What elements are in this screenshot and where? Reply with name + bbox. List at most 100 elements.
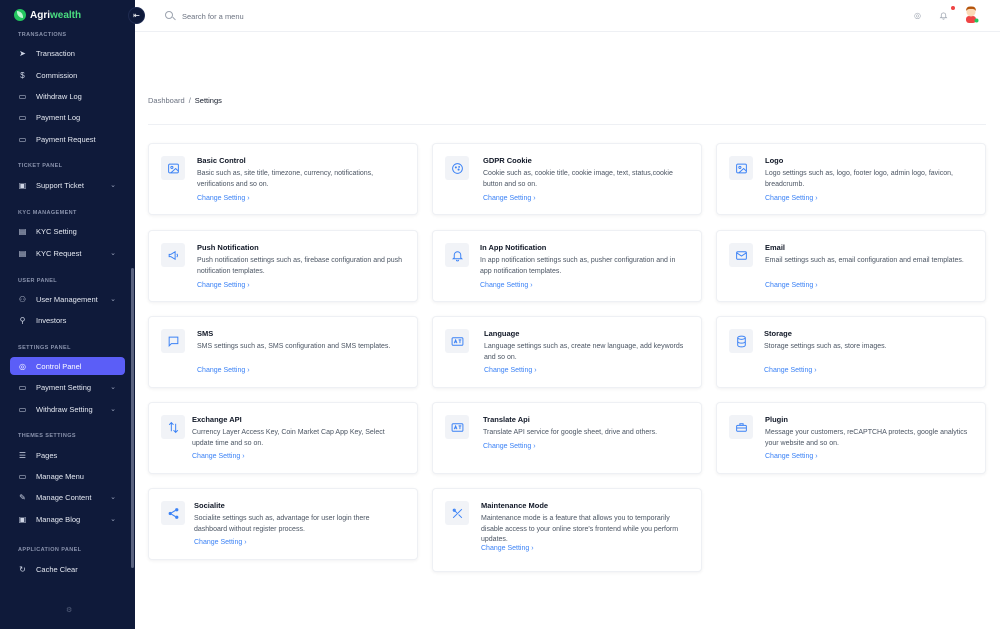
chevron-right-icon: ›: [814, 367, 817, 374]
change-setting-link[interactable]: Change Setting ›: [197, 195, 250, 202]
card-title: Exchange API: [192, 415, 242, 424]
settings-card-in-app-notification[interactable]: In App Notification In app notification s…: [432, 230, 702, 302]
chevron-right-icon: ›: [247, 367, 250, 374]
settings-icon[interactable]: ⚙: [66, 606, 72, 614]
change-setting-link[interactable]: Change Setting ›: [484, 367, 537, 374]
settings-card-language[interactable]: Language Language settings such as, creat…: [432, 316, 702, 388]
chevron-right-icon: ›: [534, 367, 537, 374]
change-setting-link[interactable]: Change Setting ›: [481, 545, 534, 552]
user-icon: ⚲: [19, 315, 26, 325]
card-description: SMS settings such as, SMS configuration …: [197, 343, 391, 350]
sidebar-item-manage-menu[interactable]: ▭ Manage Menu: [10, 467, 125, 485]
card-description: Email settings such as, email configurat…: [765, 257, 964, 264]
chevron-right-icon: ›: [244, 539, 247, 546]
breadcrumb-dashboard-link[interactable]: Dashboard: [148, 96, 185, 105]
pen-icon: ✎: [19, 492, 26, 502]
search-icon: [165, 11, 173, 19]
sidebar-item-kyc-setting[interactable]: ▤ KYC Setting: [10, 222, 125, 240]
sidebar-item-kyc-request[interactable]: ▤ KYC Request ⌄: [10, 244, 125, 262]
leaf-icon: [14, 9, 26, 21]
chevron-right-icon: ›: [533, 195, 536, 202]
card-title: SMS: [197, 329, 214, 338]
image-icon: [729, 156, 753, 180]
settings-card-translate-api[interactable]: Translate Api Translate API service for g…: [432, 402, 702, 474]
sidebar-item-investors[interactable]: ⚲ Investors: [10, 311, 125, 329]
card-title: Basic Control: [197, 156, 246, 165]
change-setting-link[interactable]: Change Setting ›: [764, 367, 817, 374]
card-title: Logo: [765, 156, 784, 165]
globe-icon[interactable]: ◎: [913, 11, 922, 20]
sidebar-item-payment-log[interactable]: ▭ Payment Log: [10, 108, 125, 126]
sidebar-item-manage-content[interactable]: ✎ Manage Content ⌄: [10, 488, 125, 506]
settings-icon: ◎: [19, 361, 26, 371]
change-setting-link[interactable]: Change Setting ›: [197, 367, 250, 374]
sidebar-item-support-ticket[interactable]: ▣ Support Ticket ⌄: [10, 176, 125, 194]
card-title: Push Notification: [197, 243, 259, 252]
blog-icon: ▣: [18, 514, 27, 524]
change-setting-link[interactable]: Change Setting ›: [765, 195, 818, 202]
change-setting-link[interactable]: Change Setting ›: [483, 195, 536, 202]
search-input[interactable]: [182, 9, 382, 23]
change-setting-link[interactable]: Change Setting ›: [765, 453, 818, 460]
sidebar-item-cache-clear[interactable]: ↻ Cache Clear: [10, 560, 125, 578]
sidebar-item-user-management[interactable]: ⚇ User Management ⌄: [10, 290, 125, 308]
change-setting-link[interactable]: Change Setting ›: [194, 539, 247, 546]
change-setting-link[interactable]: Change Setting ›: [192, 453, 245, 460]
card-description: Socialite settings such as, advantage fo…: [194, 515, 370, 533]
settings-card-push-notification[interactable]: Push Notification Push notification setti…: [148, 230, 418, 302]
card-title: Socialite: [194, 501, 225, 510]
sidebar-item-control-panel[interactable]: ◎ Control Panel: [10, 357, 125, 375]
brand-logo[interactable]: Agri wealth: [14, 9, 81, 21]
sidebar-item-payment-request[interactable]: ▭ Payment Request: [10, 130, 125, 148]
card-title: GDPR Cookie: [483, 156, 532, 165]
section-label-application-panel: APPLICATION PANEL: [18, 547, 82, 553]
settings-card-plugin[interactable]: Plugin Message your customers, reCAPTCHA …: [716, 402, 986, 474]
sidebar-collapse-button[interactable]: ⇤: [128, 7, 145, 24]
check-card-icon: ▤: [18, 248, 27, 258]
bell-icon[interactable]: [939, 11, 948, 20]
change-setting-link[interactable]: Change Setting ›: [480, 282, 533, 289]
settings-card-socialite[interactable]: Socialite Socialite settings such as, adv…: [148, 488, 418, 560]
sidebar-scrollbar[interactable]: [131, 268, 134, 568]
settings-card-basic-control[interactable]: Basic Control Basic such as, site title, …: [148, 143, 418, 215]
settings-card-sms[interactable]: SMS SMS settings such as, SMS configurati…: [148, 316, 418, 388]
card-title: Email: [765, 243, 786, 252]
chevron-down-icon: ⌄: [110, 250, 116, 257]
image-icon: [161, 156, 185, 180]
card-description: Basic such as, site title, timezone, cur…: [197, 170, 374, 188]
sidebar-item-commission[interactable]: $ Commission: [10, 66, 125, 84]
sidebar-item-withdraw-log[interactable]: ▭ Withdraw Log: [10, 87, 125, 105]
mail-icon: [729, 243, 753, 267]
wallet-icon: ▭: [18, 382, 27, 392]
card-title: Plugin: [765, 415, 788, 424]
chevron-right-icon: ›: [530, 282, 533, 289]
plugin-icon: [729, 415, 753, 439]
ticket-icon: ▣: [18, 180, 27, 190]
notification-dot: [951, 6, 955, 10]
database-icon: [729, 329, 753, 353]
section-label-kyc-management: KYC MANAGEMENT: [18, 210, 77, 216]
settings-card-logo[interactable]: Logo Logo settings such as, logo, footer …: [716, 143, 986, 215]
section-label-ticket-panel: TICKET PANEL: [18, 163, 63, 169]
card-title: Maintenance Mode: [481, 501, 549, 510]
settings-card-email[interactable]: Email Email settings such as, email confi…: [716, 230, 986, 302]
sidebar-item-withdraw-setting[interactable]: ▭ Withdraw Setting ⌄: [10, 400, 125, 418]
sidebar-item-pages[interactable]: ☰ Pages: [10, 446, 125, 464]
settings-card-maintenance-mode[interactable]: Maintenance Mode Maintenance mode is a fe…: [432, 488, 702, 572]
sidebar-item-payment-setting[interactable]: ▭ Payment Setting ⌄: [10, 378, 125, 396]
card-description: Currency Layer Access Key, Coin Market C…: [192, 429, 385, 447]
change-setting-link[interactable]: Change Setting ›: [765, 282, 818, 289]
settings-card-gdpr-cookie[interactable]: GDPR Cookie Cookie such as, cookie title,…: [432, 143, 702, 215]
chevron-right-icon: ›: [242, 453, 245, 460]
sidebar-item-manage-blog[interactable]: ▣ Manage Blog ⌄: [10, 510, 125, 528]
change-setting-link[interactable]: Change Setting ›: [197, 282, 250, 289]
settings-card-exchange-api[interactable]: Exchange API Currency Layer Access Key, C…: [148, 402, 418, 474]
brand-name-part2: wealth: [50, 9, 82, 21]
section-label-user-panel: USER PANEL: [18, 278, 58, 284]
change-setting-link[interactable]: Change Setting ›: [483, 443, 536, 450]
sidebar-item-transaction[interactable]: ➤ Transaction: [10, 44, 125, 62]
settings-card-storage[interactable]: Storage Storage settings such as, store i…: [716, 316, 986, 388]
chevron-right-icon: ›: [533, 443, 536, 450]
chat-icon: [161, 329, 185, 353]
avatar[interactable]: [963, 5, 979, 23]
